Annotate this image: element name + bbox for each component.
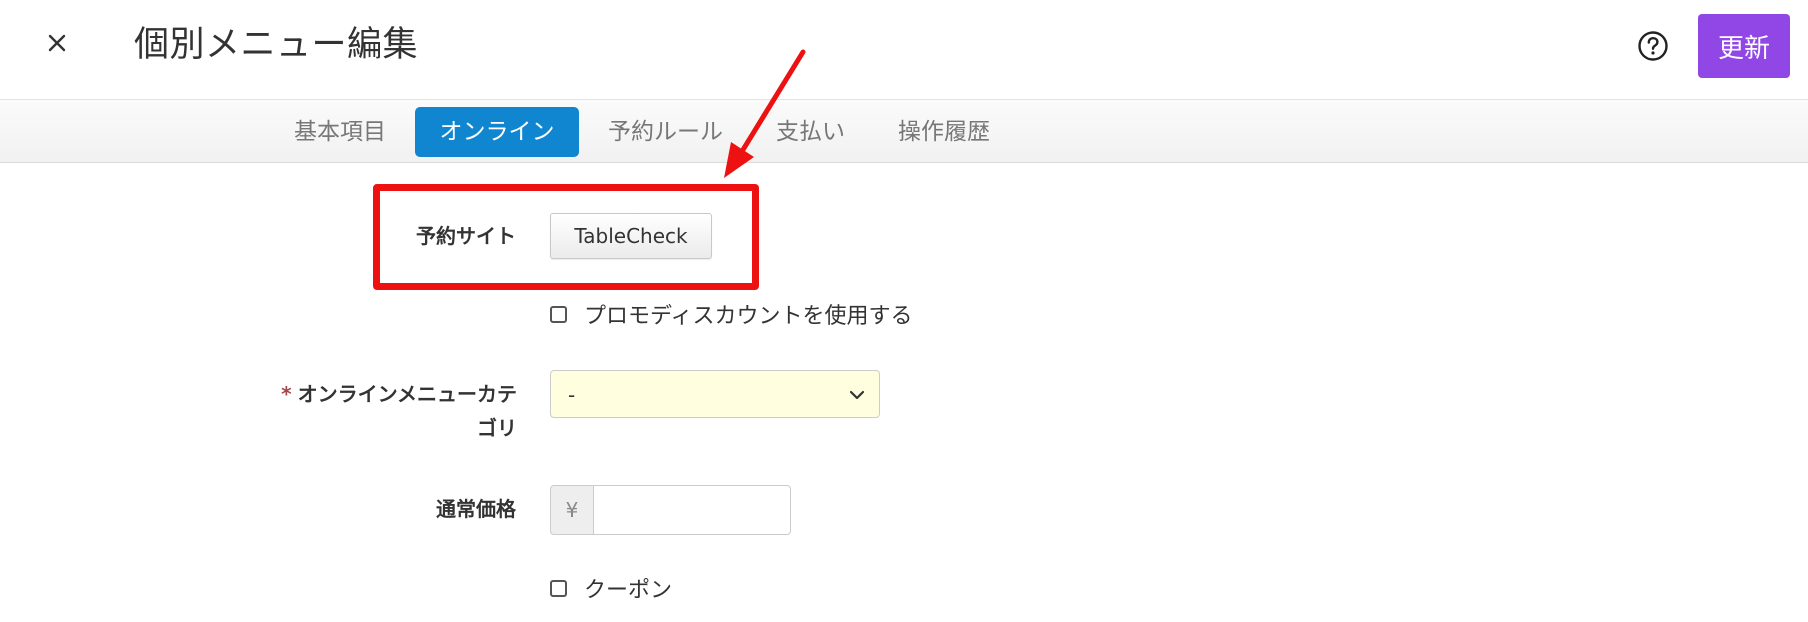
help-button[interactable] — [1636, 29, 1670, 63]
coupon-checkbox[interactable] — [550, 579, 567, 597]
tab-basic-items[interactable]: 基本項目 — [294, 107, 386, 157]
tab-online[interactable]: オンライン — [415, 107, 579, 157]
online-category-label-line1: オンラインメニューカテ — [297, 382, 517, 406]
promo-discount-checkbox-row[interactable]: プロモディスカウントを使用する — [550, 298, 912, 330]
promo-discount-checkbox[interactable] — [550, 305, 567, 323]
required-mark: * — [281, 382, 292, 406]
coupon-label: クーポン — [584, 578, 673, 603]
online-category-select[interactable]: - — [550, 370, 880, 418]
regular-price-input[interactable] — [593, 485, 791, 535]
reservation-site-button[interactable]: TableCheck — [550, 213, 712, 259]
menu-edit-page: 個別メニュー編集 更新 基本項目 オンライン 予約ルール 支払い 操作履歴 予約… — [0, 0, 1808, 622]
tab-reservation-rules[interactable]: 予約ルール — [608, 107, 723, 157]
tab-payment[interactable]: 支払い — [776, 107, 845, 157]
tab-bar: 基本項目 オンライン 予約ルール 支払い 操作履歴 — [0, 99, 1808, 163]
online-category-label: * オンラインメニューカテ ゴリ — [250, 377, 517, 445]
chevron-down-icon — [849, 390, 865, 400]
reservation-site-label: 予約サイト — [416, 224, 516, 248]
regular-price-group: ¥ — [550, 485, 791, 535]
close-button[interactable] — [40, 26, 74, 60]
promo-discount-label: プロモディスカウントを使用する — [584, 304, 913, 329]
online-category-selected-value: - — [568, 383, 576, 407]
coupon-checkbox-row[interactable]: クーポン — [550, 572, 672, 604]
help-circle-icon — [1638, 31, 1668, 61]
update-button[interactable]: 更新 — [1698, 14, 1790, 78]
page-title: 個別メニュー編集 — [134, 25, 419, 65]
yen-addon: ¥ — [550, 485, 593, 535]
header: 個別メニュー編集 更新 — [0, 0, 1808, 98]
close-icon — [48, 34, 66, 52]
regular-price-label: 通常価格 — [436, 497, 516, 521]
tab-operation-history[interactable]: 操作履歴 — [898, 107, 990, 157]
online-category-label-line2: ゴリ — [477, 416, 517, 440]
